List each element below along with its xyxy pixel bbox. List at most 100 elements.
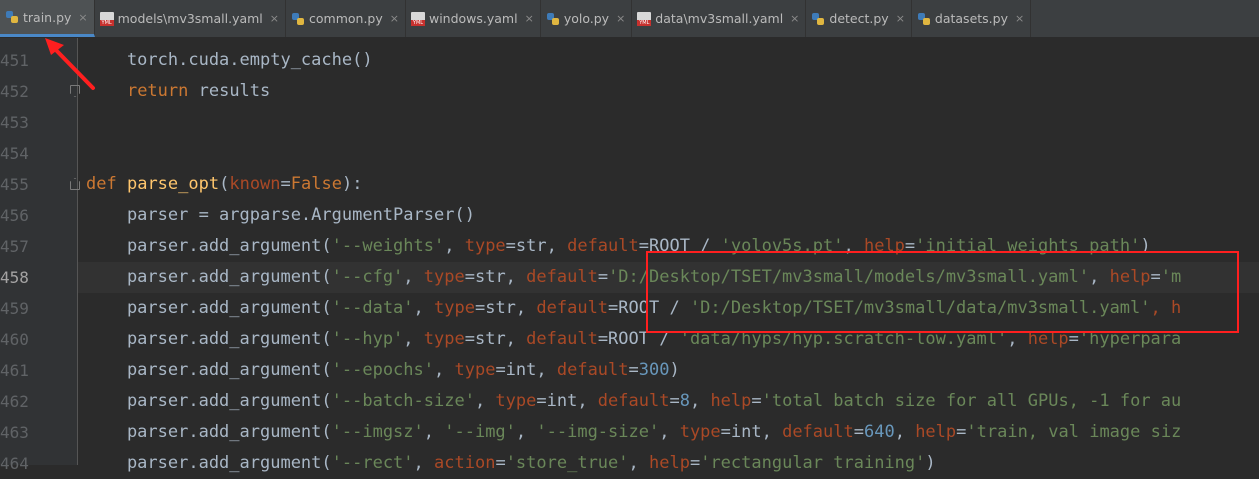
close-icon[interactable]: × [1015, 12, 1024, 25]
param-name: type [679, 422, 721, 442]
code-token: parser.add_argument( [86, 391, 332, 411]
keyword: False [290, 174, 342, 194]
line-number: 455 [0, 175, 29, 194]
yaml-file-icon [99, 11, 114, 26]
close-icon[interactable]: × [790, 12, 799, 25]
close-icon[interactable]: × [270, 12, 279, 25]
string-literal: '--batch-size' [331, 391, 475, 411]
tab-label: detect.py [829, 11, 889, 26]
code-token: , [413, 453, 435, 473]
tab-detect-py[interactable]: detect.py × [806, 0, 912, 37]
code-text: return results [86, 76, 270, 107]
code-token: =str, [464, 267, 527, 287]
tab-common-py[interactable]: common.py × [286, 0, 406, 37]
annotation-highlight-box [646, 251, 1239, 333]
code-token: =str, [474, 298, 537, 318]
tab-label: train.py [23, 9, 72, 25]
code-token: = [853, 422, 864, 442]
keyword: return [126, 81, 189, 101]
code-token: = [751, 391, 762, 411]
line-number: 463 [0, 423, 29, 442]
tab-label: yolo.py [563, 11, 610, 26]
line-number: 461 [0, 361, 29, 380]
code-token: =int, [495, 360, 557, 380]
code-token: =str, [464, 329, 527, 349]
line-number: 453 [0, 113, 29, 132]
param-name: action [434, 453, 496, 473]
code-token: = [597, 267, 609, 287]
annotation-arrow-icon [45, 38, 95, 90]
line-number: 452 [0, 82, 29, 101]
code-token: parser.add_argument( [86, 422, 332, 442]
number-literal: 8 [679, 391, 690, 411]
string-literal: '--epochs' [331, 360, 434, 380]
tab-yolo-py[interactable]: yolo.py × [541, 0, 633, 37]
code-line[interactable]: 455 def parse_opt(known=False): [0, 169, 1259, 200]
code-token: , [515, 422, 537, 442]
close-icon[interactable]: × [896, 12, 905, 25]
code-line[interactable]: 452 return results [0, 76, 1259, 107]
code-token: parser.add_argument( [86, 267, 332, 287]
param-name: known [229, 174, 281, 194]
function-name: parse_opt [126, 174, 220, 194]
code-token: =str, [505, 236, 568, 256]
code-token: = [628, 360, 639, 380]
line-number: 462 [0, 392, 29, 411]
close-icon[interactable]: × [616, 12, 625, 25]
code-token: , [444, 236, 465, 256]
line-number: 451 [0, 51, 29, 70]
code-token: ( [219, 174, 230, 194]
code-text: parser.add_argument('--imgsz', '--img', … [86, 417, 1181, 448]
code-token: , [423, 422, 445, 442]
code-text: def parse_opt(known=False): [86, 169, 362, 200]
param-name: type [423, 267, 465, 287]
tab-label: windows.yaml [428, 11, 518, 26]
code-token: , [474, 391, 496, 411]
param-name: type [464, 236, 506, 256]
number-literal: 300 [638, 360, 670, 380]
param-name: type [495, 391, 537, 411]
param-name: default [567, 236, 639, 256]
tab-train-py[interactable]: train.py × [0, 0, 95, 37]
string-literal: '--hyp' [331, 329, 404, 349]
line-number: 460 [0, 330, 29, 349]
tab-datasets-py[interactable]: datasets.py × [912, 0, 1032, 37]
code-token: results [188, 81, 271, 101]
close-icon[interactable]: × [525, 12, 534, 25]
tab-windows-yaml[interactable]: windows.yaml × [406, 0, 541, 37]
number-literal: 640 [863, 422, 895, 442]
string-literal: '--imgsz' [331, 422, 424, 442]
string-literal: '--img-size' [536, 422, 660, 442]
code-token: , [659, 422, 680, 442]
line-number: 457 [0, 237, 29, 256]
code-token: , [894, 422, 916, 442]
string-literal: '--rect' [331, 453, 414, 473]
tab-models-mv3small-yaml[interactable]: models\mv3small.yaml × [95, 0, 286, 37]
code-line[interactable]: 454 [0, 138, 1259, 169]
string-literal: 'store_true' [505, 453, 629, 473]
code-line[interactable]: 464 parser.add_argument('--rect', action… [0, 448, 1259, 479]
code-token: ) [669, 360, 680, 380]
code-line[interactable]: 453 [0, 107, 1259, 138]
close-icon[interactable]: × [78, 11, 87, 24]
tab-data-mv3small-yaml[interactable]: data\mv3small.yaml × [632, 0, 807, 37]
code-token: =int, [536, 391, 598, 411]
code-token: , [413, 298, 435, 318]
code-line[interactable]: 456 parser = argparse.ArgumentParser() [0, 200, 1259, 231]
close-icon[interactable]: × [390, 12, 399, 25]
code-token: ) [925, 453, 936, 473]
line-number: 464 [0, 454, 29, 473]
param-name: type [423, 329, 465, 349]
code-text: torch.cuda.empty_cache() [86, 50, 373, 70]
code-token: parser.add_argument( [86, 329, 332, 349]
line-number: 458 [0, 268, 29, 287]
yaml-file-icon [410, 11, 425, 26]
code-line[interactable]: 451 torch.cuda.empty_cache() [0, 45, 1259, 76]
code-token: , [434, 360, 455, 380]
string-literal: '--img' [444, 422, 516, 442]
code-token: = [669, 391, 680, 411]
line-number: 454 [0, 144, 29, 163]
code-line[interactable]: 462 parser.add_argument('--batch-size', … [0, 386, 1259, 417]
code-line[interactable]: 463 parser.add_argument('--imgsz', '--im… [0, 417, 1259, 448]
code-line[interactable]: 461 parser.add_argument('--epochs', type… [0, 355, 1259, 386]
